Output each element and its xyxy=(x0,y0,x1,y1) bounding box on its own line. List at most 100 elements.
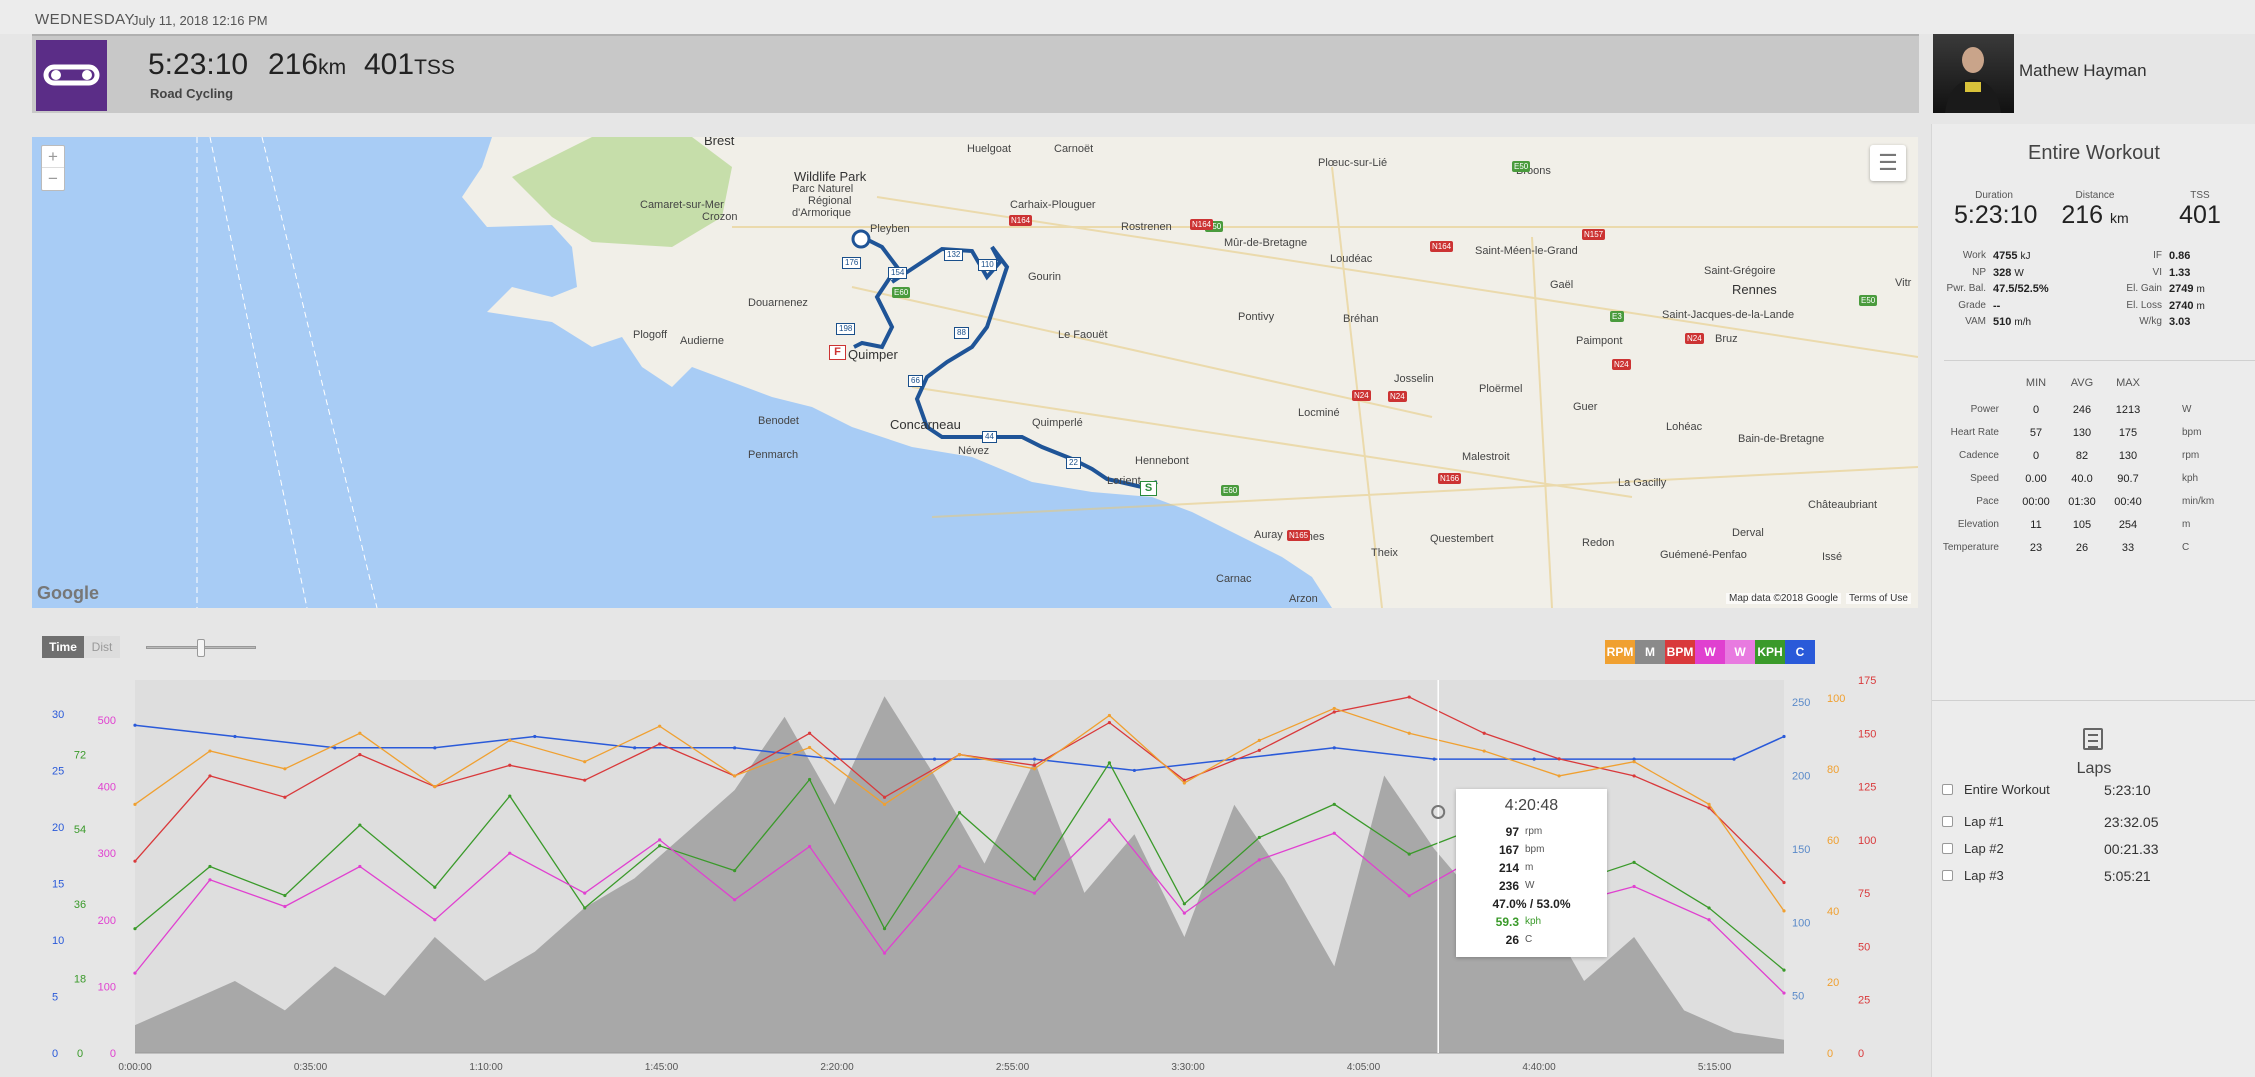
legend-toggle-c[interactable]: C xyxy=(1785,640,1815,664)
map-place-label: Lorient xyxy=(1107,475,1141,487)
layers-icon[interactable]: ☰ xyxy=(1870,145,1906,181)
point-speed xyxy=(1407,852,1411,856)
y-tick-heart_rate_bpm: 75 xyxy=(1858,888,1870,900)
point-cadence xyxy=(358,731,362,735)
point-cadence xyxy=(1257,738,1261,742)
point-temperature xyxy=(533,734,537,739)
map-place-label: Josselin xyxy=(1394,373,1434,385)
y-tick-heart_rate_bpm: 0 xyxy=(1858,1048,1864,1060)
map-place-label: Wildlife Park xyxy=(794,169,867,184)
y-tick-cadence_rpm: 80 xyxy=(1827,764,1839,776)
summary-duration: 5:23:10 xyxy=(148,48,249,81)
y-tick-cadence_rpm: 60 xyxy=(1827,835,1839,847)
x-tick-label: 1:10:00 xyxy=(469,1062,503,1072)
y-tick-temperature_c: 20 xyxy=(52,822,64,834)
road-shield: E60 xyxy=(892,287,911,298)
map-place-label: Régional xyxy=(808,195,852,207)
map-place-label: Bruz xyxy=(1715,333,1738,345)
point-temperature xyxy=(1532,757,1536,761)
legend-toggle-w[interactable]: W xyxy=(1725,640,1755,664)
lap-checkbox[interactable] xyxy=(1942,816,1953,827)
x-tick-label: 5:15:00 xyxy=(1698,1062,1732,1072)
point-cadence xyxy=(1332,706,1336,711)
map-zoom-control[interactable]: + − xyxy=(41,145,65,191)
time-axis-button[interactable]: Time xyxy=(42,636,84,658)
point-cadence xyxy=(1782,909,1786,913)
point-heart-rate xyxy=(1107,721,1112,725)
y-tick-speed_kph: 54 xyxy=(74,824,86,836)
workout-date: July 11, 2018 12:16 PM xyxy=(132,13,268,28)
y-tick-power_w: 300 xyxy=(98,848,116,860)
map-place-label: Crozon xyxy=(702,211,738,223)
lap-row[interactable]: Lap #2 00:21.33 xyxy=(1932,835,2255,863)
point-cadence xyxy=(1482,749,1486,753)
legend-toggle-bpm[interactable]: BPM xyxy=(1665,640,1695,664)
route-distance-marker: 110 xyxy=(978,259,997,271)
legend-toggle-kph[interactable]: KPH xyxy=(1755,640,1785,664)
tooltip-row: 214 m xyxy=(1498,861,1534,875)
lap-checkbox[interactable] xyxy=(1942,870,1953,881)
smoothing-slider-handle[interactable] xyxy=(197,639,205,657)
point-heart-rate xyxy=(1407,695,1411,699)
point-power xyxy=(957,864,962,869)
legend-toggle-m[interactable]: M xyxy=(1635,640,1665,664)
route-distance-marker: 132 xyxy=(944,249,964,261)
point-cadence xyxy=(1707,802,1711,806)
map-place-label: Gourin xyxy=(1028,271,1062,283)
y-tick-elevation_m: 100 xyxy=(1792,917,1810,929)
point-temperature xyxy=(633,746,637,750)
athlete-card[interactable]: Mathew Hayman xyxy=(1931,34,2255,113)
tooltip-row: 97 rpm xyxy=(1505,825,1543,839)
point-temperature xyxy=(233,734,237,739)
map-place-label: Hennebont xyxy=(1135,455,1189,467)
route-distance-marker: 66 xyxy=(908,375,923,387)
point-speed xyxy=(733,869,737,873)
finish-marker[interactable]: F xyxy=(829,345,846,360)
point-cadence xyxy=(1107,713,1112,718)
point-heart-rate xyxy=(133,859,137,863)
point-power xyxy=(208,878,212,882)
lap-checkbox[interactable] xyxy=(1942,843,1953,854)
point-heart-rate xyxy=(882,795,887,799)
point-cadence xyxy=(807,745,812,750)
map-place-label: Brest xyxy=(704,137,735,148)
google-logo: Google xyxy=(37,583,99,603)
distance-axis-button[interactable]: Dist xyxy=(84,636,120,658)
point-cadence xyxy=(1032,767,1037,771)
laps-icon xyxy=(2083,728,2103,750)
kpi-tss: TSS 401 xyxy=(2179,190,2221,229)
terms-link[interactable]: Terms of Use xyxy=(1846,593,1911,604)
start-marker[interactable]: S xyxy=(1140,481,1157,496)
road-shield: N24 xyxy=(1612,359,1631,370)
map-place-label: Plœuc-sur-Lié xyxy=(1318,157,1388,169)
zoom-out-button[interactable]: − xyxy=(42,168,64,190)
avatar[interactable] xyxy=(1933,34,2014,113)
map-place-label: Plogoff xyxy=(633,329,668,341)
road-shield: N24 xyxy=(1685,333,1704,344)
zoom-in-button[interactable]: + xyxy=(42,146,64,168)
x-tick-label: 2:20:00 xyxy=(820,1062,854,1072)
point-speed xyxy=(508,794,512,798)
lap-row[interactable]: Entire Workout 5:23:10 xyxy=(1932,776,2255,804)
lap-row[interactable]: Lap #3 5:05:21 xyxy=(1932,862,2255,890)
lap-checkbox[interactable] xyxy=(1942,784,1953,795)
lap-row[interactable]: Lap #1 23:32.05 xyxy=(1932,808,2255,836)
minmax-row: Temperature 23 26 33 C xyxy=(1942,542,2190,554)
point-temperature xyxy=(932,757,937,761)
map-place-label: Saint-Grégoire xyxy=(1704,265,1776,277)
point-power xyxy=(1707,918,1711,922)
route-map[interactable]: + − ☰ S F Brest Huelgoat Carnoët Plœuc-sur-… xyxy=(32,137,1918,608)
y-tick-power_w: 200 xyxy=(98,915,116,927)
y-tick-heart_rate_bpm: 50 xyxy=(1858,941,1870,953)
y-tick-temperature_c: 30 xyxy=(52,709,64,721)
map-place-label: Névez xyxy=(958,445,990,457)
legend-toggle-rpm[interactable]: RPM xyxy=(1605,640,1635,664)
map-place-label: Concarneau xyxy=(890,417,961,432)
point-power xyxy=(133,971,137,975)
legend-toggle-w[interactable]: W xyxy=(1695,640,1725,664)
y-tick-heart_rate_bpm: 125 xyxy=(1858,782,1876,794)
workout-chart[interactable]: 0:00:00 0:35:00 1:10:00 1:45:00 2:20:00 2:55:… xyxy=(32,672,1918,1072)
point-speed xyxy=(283,893,287,898)
point-cadence xyxy=(658,724,662,728)
point-heart-rate xyxy=(583,778,587,782)
